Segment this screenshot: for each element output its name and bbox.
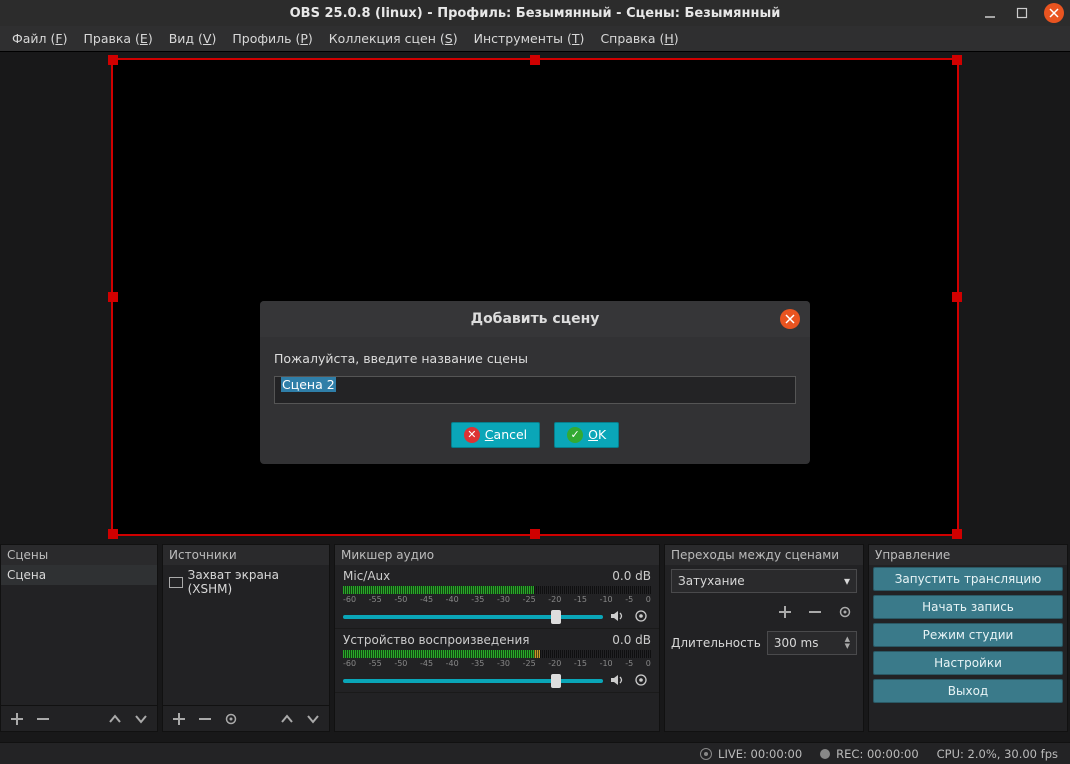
add-scene-dialog: Добавить сцену Пожалуйста, введите назва… bbox=[260, 301, 810, 464]
ok-icon: ✓ bbox=[567, 427, 583, 443]
dialog-titlebar[interactable]: Добавить сцену bbox=[260, 301, 810, 337]
cancel-button[interactable]: ✕ Cancel bbox=[451, 422, 540, 448]
ok-button[interactable]: ✓ OK bbox=[554, 422, 619, 448]
scene-name-input[interactable]: Сцена 2 bbox=[274, 376, 796, 404]
dialog-overlay: Добавить сцену Пожалуйста, введите назва… bbox=[0, 0, 1070, 764]
dialog-prompt: Пожалуйста, введите название сцены bbox=[274, 351, 796, 366]
scene-name-value: Сцена 2 bbox=[281, 377, 336, 392]
dialog-close-button[interactable] bbox=[780, 309, 800, 329]
cancel-icon: ✕ bbox=[464, 427, 480, 443]
dialog-title: Добавить сцену bbox=[471, 311, 600, 327]
